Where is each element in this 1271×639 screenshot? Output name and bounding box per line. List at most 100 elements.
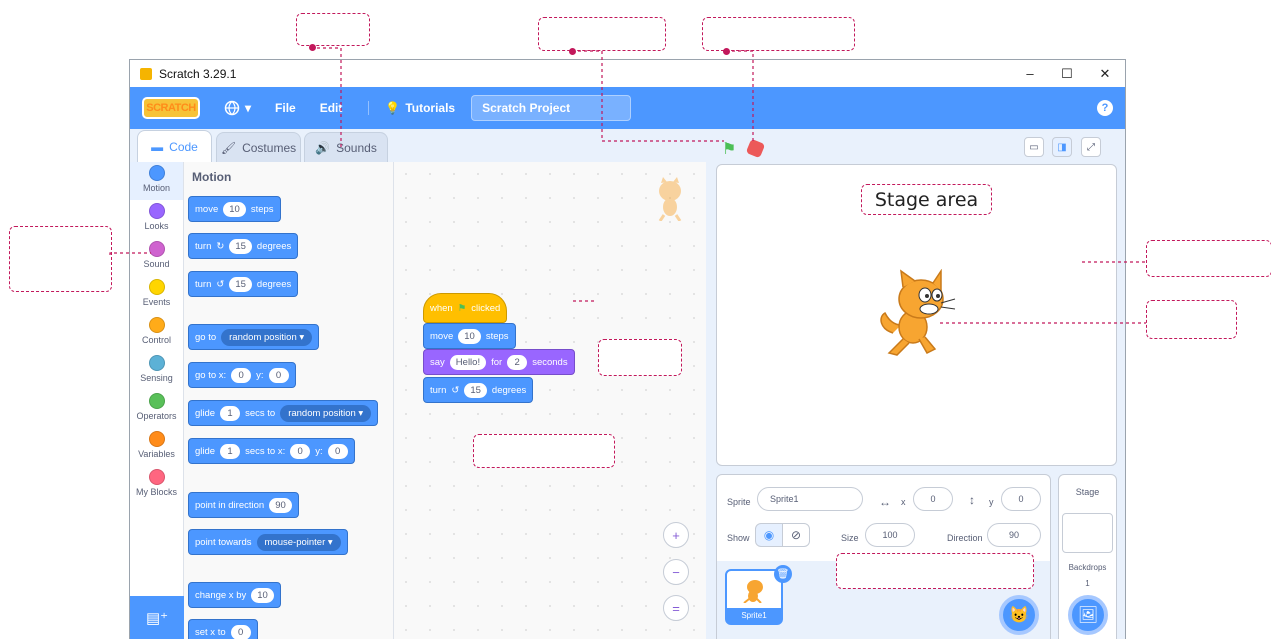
minimize-button[interactable]: – xyxy=(1010,60,1050,87)
help-icon[interactable]: ? xyxy=(1097,100,1113,116)
show-hidden-button[interactable]: ⊘ xyxy=(782,523,810,547)
script-block-say[interactable]: say Hello! for 2 seconds xyxy=(423,349,575,375)
language-menu[interactable]: ▾ xyxy=(224,100,251,116)
block-turn-left[interactable]: turn ↺ 15 degrees xyxy=(188,271,299,297)
file-menu[interactable]: File xyxy=(275,101,296,115)
choose-backdrop-button[interactable]: 🖼 xyxy=(1068,595,1108,635)
title-bar: Scratch 3.29.1 – ☐ ✕ xyxy=(130,60,1125,87)
script-block-turn[interactable]: turn ↺ 15 degrees xyxy=(423,377,534,403)
tutorials-menu[interactable]: 💡 Tutorials xyxy=(368,101,455,115)
block-dropdown[interactable]: random position ▾ xyxy=(280,404,372,422)
category-my-blocks[interactable]: My Blocks xyxy=(130,466,183,504)
block-input[interactable]: Hello! xyxy=(449,354,487,370)
annotation-box-top-center xyxy=(538,17,666,51)
maximize-button[interactable]: ☐ xyxy=(1047,60,1087,87)
small-stage-button[interactable]: ▭ xyxy=(1024,137,1044,157)
zoom-out-button[interactable]: − xyxy=(663,559,689,585)
y-input[interactable]: 0 xyxy=(1001,487,1041,511)
category-events[interactable]: Events xyxy=(130,276,183,314)
block-input[interactable]: 2 xyxy=(507,354,528,370)
brush-icon: 🖌 xyxy=(220,140,237,155)
block-input[interactable]: 0 xyxy=(231,367,252,383)
sprite-list: 🗑 Sprite1 😺 xyxy=(717,553,1050,639)
block-turn-right[interactable]: turn ↻ 15 degrees xyxy=(188,233,299,259)
block-change-x[interactable]: change x by 10 xyxy=(188,582,281,608)
block-move-steps[interactable]: move 10 steps xyxy=(188,196,281,222)
edit-menu[interactable]: Edit xyxy=(320,101,343,115)
block-input[interactable]: 15 xyxy=(229,238,252,254)
block-palette: Motion move 10 steps turn ↻ 15 degrees t… xyxy=(184,162,394,639)
x-label: x xyxy=(901,497,906,507)
stop-button[interactable] xyxy=(745,138,766,159)
block-input[interactable]: 15 xyxy=(464,382,487,398)
block-glide-xy[interactable]: glide 1 secs to x: 0 y: 0 xyxy=(188,438,355,464)
category-variables[interactable]: Variables xyxy=(130,428,183,466)
size-input[interactable]: 100 xyxy=(865,523,915,547)
block-point-in-direction[interactable]: point in direction 90 xyxy=(188,492,299,518)
tab-costumes[interactable]: 🖌 Costumes xyxy=(216,132,301,162)
category-sensing[interactable]: Sensing xyxy=(130,352,183,390)
block-input[interactable]: 1 xyxy=(220,443,241,459)
block-text: point towards xyxy=(195,536,252,548)
backdrop-thumbnail[interactable] xyxy=(1062,513,1113,553)
tab-code[interactable]: ▬ Code xyxy=(137,130,212,163)
block-input[interactable]: 10 xyxy=(458,328,481,344)
block-dropdown[interactable]: random position ▾ xyxy=(221,328,313,346)
block-glide-to[interactable]: glide 1 secs to random position ▾ xyxy=(188,400,379,426)
category-motion[interactable]: Motion xyxy=(130,162,183,200)
stage-canvas[interactable]: Stage area xyxy=(716,164,1117,466)
rotate-left-icon: ↺ xyxy=(216,278,225,290)
category-operators[interactable]: Operators xyxy=(130,390,183,428)
block-when-flag-clicked[interactable]: when ⚑ clicked xyxy=(423,293,508,323)
annotation-box-top-right xyxy=(702,17,855,51)
x-input[interactable]: 0 xyxy=(913,487,953,511)
block-input[interactable]: 10 xyxy=(223,201,246,217)
fullscreen-button[interactable]: ⤢ xyxy=(1081,137,1101,157)
block-input[interactable]: 10 xyxy=(251,587,274,603)
block-input[interactable]: 0 xyxy=(230,624,251,639)
block-set-x[interactable]: set x to 0 xyxy=(188,619,258,639)
block-input[interactable]: 1 xyxy=(220,405,241,421)
small-stage-icon: ▭ xyxy=(1029,141,1039,153)
script-workspace[interactable]: when ⚑ clicked move 10 steps say Hello! … xyxy=(394,162,706,639)
add-extension-icon: ▤⁺ xyxy=(145,610,169,627)
green-flag-button[interactable]: ⚑ xyxy=(722,139,736,159)
add-extension-button[interactable]: ▤⁺ xyxy=(130,596,184,639)
sprite-label: Sprite xyxy=(727,497,751,507)
sprite-name-input[interactable]: Sprite1 xyxy=(757,487,863,511)
category-sound[interactable]: Sound xyxy=(130,238,183,276)
project-title-input[interactable]: Scratch Project xyxy=(471,95,632,121)
scratch-app-icon xyxy=(140,67,152,80)
block-text: degrees xyxy=(256,278,292,290)
delete-sprite-button[interactable]: 🗑 xyxy=(774,565,792,583)
choose-sprite-button[interactable]: 😺 xyxy=(999,595,1039,635)
block-input[interactable]: 90 xyxy=(269,497,292,513)
rotate-left-icon: ↺ xyxy=(451,384,460,396)
block-go-to[interactable]: go to random position ▾ xyxy=(188,324,320,350)
sprite-thumbnail[interactable]: 🗑 Sprite1 xyxy=(725,565,792,625)
block-point-towards[interactable]: point towards mouse-pointer ▾ xyxy=(188,529,348,555)
scratch-logo[interactable]: SCRATCH xyxy=(142,97,200,119)
stage-selector[interactable]: Stage Backdrops 1 🖼 xyxy=(1058,474,1117,639)
sprite-cat[interactable] xyxy=(875,269,957,359)
fullscreen-icon: ⤢ xyxy=(1087,141,1095,153)
category-looks[interactable]: Looks xyxy=(130,200,183,238)
block-input[interactable]: 0 xyxy=(290,443,311,459)
block-go-to-xy[interactable]: go to x: 0 y: 0 xyxy=(188,362,296,388)
show-visible-button[interactable]: ◉ xyxy=(755,523,783,547)
category-control[interactable]: Control xyxy=(130,314,183,352)
zoom-reset-button[interactable]: = xyxy=(663,595,689,621)
close-button[interactable]: ✕ xyxy=(1085,60,1125,87)
block-dropdown[interactable]: mouse-pointer ▾ xyxy=(256,533,341,551)
tab-sounds[interactable]: 🔊 Sounds xyxy=(304,132,388,162)
block-input[interactable]: 15 xyxy=(229,276,252,292)
zoom-reset-icon: = xyxy=(672,600,680,616)
large-stage-button[interactable]: ◨ xyxy=(1052,137,1072,157)
stage-selector-title: Stage xyxy=(1075,487,1100,497)
category-color-dot xyxy=(148,279,165,295)
zoom-in-button[interactable]: + xyxy=(663,522,689,548)
script-block-move[interactable]: move 10 steps xyxy=(423,323,516,349)
block-input[interactable]: 0 xyxy=(268,367,289,383)
block-input[interactable]: 0 xyxy=(327,443,348,459)
direction-input[interactable]: 90 xyxy=(987,523,1041,547)
